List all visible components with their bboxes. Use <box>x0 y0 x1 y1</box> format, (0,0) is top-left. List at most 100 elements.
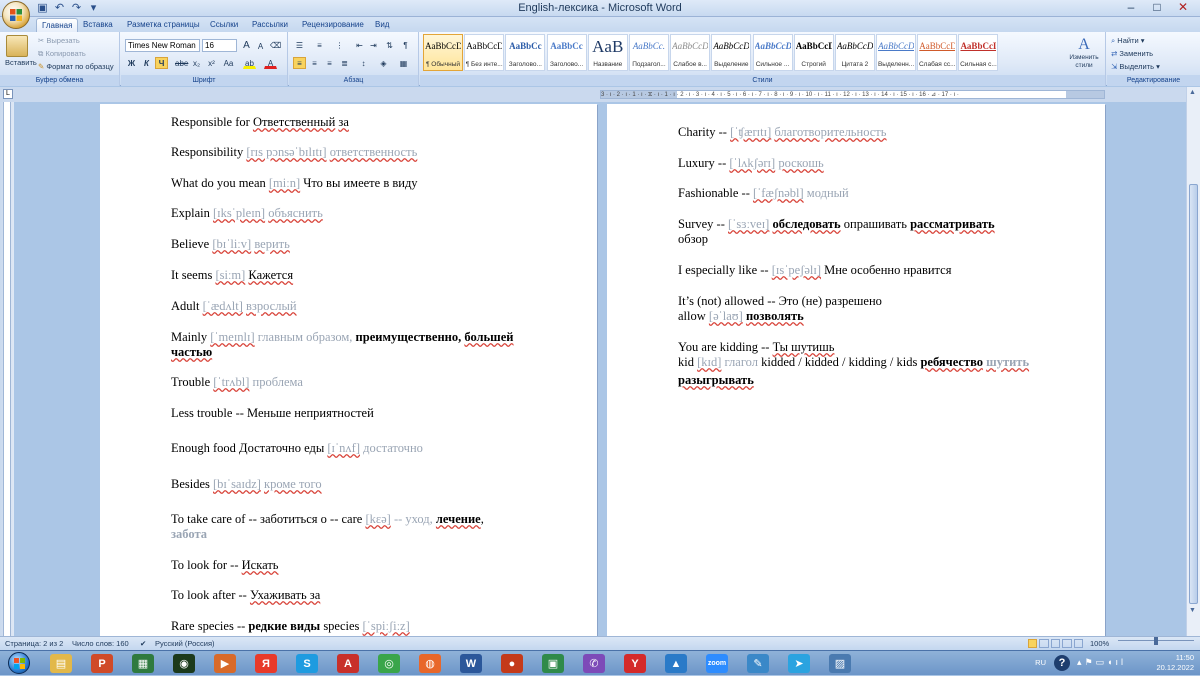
doc-line[interactable]: Adult [ˈædʌlt] взрослый <box>171 299 297 314</box>
doc-line[interactable]: Charity -- [ˈʧærɪtɪ] благотворительность <box>678 125 886 140</box>
doc-line[interactable]: Mainly [ˈmeɪnlɪ] главным образом, преиму… <box>171 330 513 345</box>
document-icon[interactable]: ▦ <box>132 654 154 673</box>
doc-line[interactable]: It seems [siːm] Кажется <box>171 268 293 283</box>
doc-line[interactable]: Explain [ɪksˈpleɪn] объяснить <box>171 206 323 221</box>
style-item-2[interactable]: AaBbCc Заголово... <box>505 34 546 71</box>
input-language[interactable]: RU <box>1035 658 1046 667</box>
doc-line[interactable]: Responsible for Ответственный за <box>171 115 349 130</box>
doc-line[interactable]: You are kidding -- Ты шутишь <box>678 340 834 355</box>
language-indicator[interactable]: Русский (Россия) <box>155 637 215 650</box>
page-counter[interactable]: Страница: 2 из 2 <box>5 637 63 650</box>
replace-button[interactable]: ⇄ Заменить <box>1111 49 1153 58</box>
paste-button[interactable]: Вставить <box>5 58 37 67</box>
tab-0[interactable]: Главная <box>36 18 79 32</box>
style-item-6[interactable]: AaBbCcDt Слабое в... <box>670 34 711 71</box>
file-explorer-icon[interactable]: ▤ <box>50 654 72 673</box>
increase-indent-icon[interactable]: ⇥ <box>367 39 380 51</box>
doc-line[interactable]: частью <box>171 345 212 360</box>
copy-button[interactable]: ⧉ Копировать <box>38 49 86 59</box>
doc-line[interactable]: kid [kɪd] глагол kidded / kidded / kiddi… <box>678 355 1029 370</box>
shading-icon[interactable]: ◈ <box>377 57 390 69</box>
tab-1[interactable]: Вставка <box>78 18 118 32</box>
paste-icon[interactable] <box>6 35 28 57</box>
style-item-7[interactable]: AaBbCcDt Выделение <box>711 34 752 71</box>
telegram-icon[interactable]: ➤ <box>788 654 810 673</box>
numbering-icon[interactable]: ≡ <box>313 39 326 51</box>
media-icon[interactable]: ● <box>501 654 523 673</box>
style-item-13[interactable]: AaBbCcDc Сильная с... <box>958 34 999 71</box>
tab-2[interactable]: Разметка страницы <box>122 18 205 32</box>
powerpoint-icon[interactable]: P <box>91 654 113 673</box>
doc-line[interactable]: To look for -- Искать <box>171 558 279 573</box>
eye-app-icon[interactable]: ◉ <box>173 654 195 673</box>
start-button[interactable] <box>8 652 30 674</box>
line-spacing-icon[interactable]: ↕ <box>357 57 370 69</box>
doc-line[interactable]: Besides [bɪˈsaɪdz] кроме того <box>171 477 322 492</box>
doc-line[interactable]: To look after -- Ухаживать за <box>171 588 320 603</box>
print-layout-icon[interactable] <box>1028 639 1038 648</box>
strikethrough-button[interactable]: abe <box>174 57 188 69</box>
justify-icon[interactable]: ≣ <box>338 57 351 69</box>
cut-button[interactable]: ✂ Вырезать <box>38 36 80 45</box>
word-icon[interactable]: W <box>460 654 482 673</box>
bullets-icon[interactable]: ☰ <box>293 39 306 51</box>
tab-4[interactable]: Рассылки <box>247 18 293 32</box>
align-right-icon[interactable]: ≡ <box>323 57 336 69</box>
style-item-3[interactable]: AaBbCc Заголово... <box>546 34 587 71</box>
borders-icon[interactable]: ▦ <box>397 57 410 69</box>
viber-icon[interactable]: ✆ <box>583 654 605 673</box>
scroll-up-icon[interactable]: ▲ <box>1189 89 1196 96</box>
doc-line[interactable]: I especially like -- [ɪsˈpeʃəlɪ] Мне осо… <box>678 263 951 278</box>
yandex-icon[interactable]: Y <box>624 654 646 673</box>
zoom-level[interactable]: 100% <box>1090 637 1109 650</box>
tab-6[interactable]: Вид <box>370 18 394 32</box>
doc-line[interactable]: Rare species -- редкие виды species [ˈsp… <box>171 619 410 634</box>
style-item-1[interactable]: AaBbCcDc ¶ Без инте... <box>464 34 505 71</box>
scroll-down-icon[interactable]: ▼ <box>1189 607 1196 614</box>
shrink-font-button[interactable]: A <box>254 40 267 52</box>
close-button[interactable]: ✕ <box>1170 0 1196 16</box>
doc-line[interactable]: Trouble [ˈtrʌbl] проблема <box>171 375 303 390</box>
full-screen-icon[interactable] <box>1039 639 1049 648</box>
minimize-button[interactable]: – <box>1118 0 1144 16</box>
document-page-2[interactable]: Charity -- [ˈʧærɪtɪ] благотворительность… <box>607 104 1105 636</box>
vertical-scrollbar[interactable]: ▲ ▼ <box>1186 87 1200 636</box>
doc-line[interactable]: What do you mean [miːn] Что вы имеете в … <box>171 176 418 191</box>
word-count[interactable]: Число слов: 160 <box>72 637 129 650</box>
doc-line[interactable]: Survey -- [ˈsɜːveɪ] обследовать опрашива… <box>678 217 995 232</box>
style-item-8[interactable]: AaBbCcDt Сильное ... <box>752 34 793 71</box>
tab-5[interactable]: Рецензирование <box>297 18 369 32</box>
style-item-5[interactable]: AaBbCc. Подзагол... <box>628 34 669 71</box>
doc-line[interactable]: Responsibility [rɪs pɔnsəˈbɪlɪtɪ] ответс… <box>171 145 417 160</box>
highlight-button[interactable]: ab <box>243 57 256 69</box>
help-icon[interactable]: ? <box>1054 655 1070 671</box>
style-item-0[interactable]: AaBbCcDc ¶ Обычный <box>423 34 463 71</box>
doc-line[interactable]: забота <box>171 527 207 542</box>
yandex-browser-icon[interactable]: Я <box>255 654 277 673</box>
style-item-10[interactable]: AaBbCcDc Цитата 2 <box>834 34 875 71</box>
picture-icon[interactable]: ▨ <box>829 654 851 673</box>
scroll-thumb[interactable] <box>1189 184 1198 604</box>
doc-line[interactable]: Luxury -- [ˈlʌkʃərɪ] роскошь <box>678 156 824 171</box>
align-center-icon[interactable]: ≡ <box>308 57 321 69</box>
zoom-slider-thumb[interactable] <box>1154 637 1158 645</box>
firefox-icon[interactable]: ◍ <box>419 654 441 673</box>
skype-icon[interactable]: S <box>296 654 318 673</box>
image-viewer-icon[interactable]: ▣ <box>542 654 564 673</box>
underline-button[interactable]: Ч <box>155 57 168 69</box>
draft-icon[interactable] <box>1073 639 1084 648</box>
doc-line[interactable]: To take care of -- заботиться о -- care … <box>171 512 484 527</box>
superscript-button[interactable]: x² <box>205 57 218 69</box>
doc-line[interactable]: allow [əˈlaʊ] позволять <box>678 309 804 324</box>
style-item-9[interactable]: AaBbCcDc Строгий <box>793 34 834 71</box>
multilevel-list-icon[interactable]: ⋮ <box>333 39 346 51</box>
doc-line[interactable]: разыгрывать <box>678 373 754 388</box>
office-button[interactable] <box>2 1 30 29</box>
align-left-icon[interactable]: ≡ <box>293 57 306 69</box>
doc-line[interactable]: Fashionable -- [ˈfæʃnəbl] модный <box>678 186 849 201</box>
sort-icon[interactable]: ⇅ <box>383 39 396 51</box>
italic-button[interactable]: К <box>140 57 153 69</box>
doc-line[interactable]: Believe [bɪˈliːv] верить <box>171 237 290 252</box>
clock[interactable]: 11:50 20.12.2022 <box>1156 653 1194 673</box>
select-button[interactable]: ⇲ Выделить ▾ <box>1111 62 1160 71</box>
